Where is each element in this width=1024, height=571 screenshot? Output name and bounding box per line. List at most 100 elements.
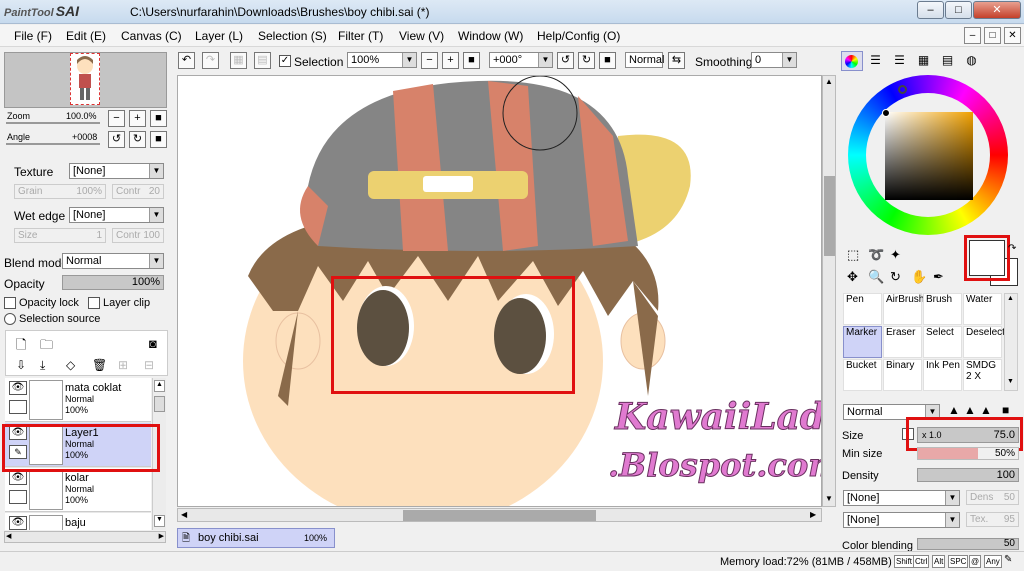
smoothing-select[interactable]: 0 ▼ bbox=[751, 52, 797, 68]
rotate-tool-icon[interactable]: ↻ bbox=[890, 269, 901, 285]
sv-picker[interactable] bbox=[882, 109, 890, 117]
dens-slider[interactable]: Dens 50 bbox=[966, 490, 1019, 505]
layer-item-kolar[interactable]: 👁 kolar Normal 100% bbox=[5, 468, 151, 512]
scrollbar-thumb[interactable] bbox=[154, 396, 165, 412]
wet-edge-select[interactable]: [None] ▼ bbox=[69, 207, 164, 223]
hand-icon[interactable]: ✋ bbox=[911, 269, 927, 285]
tool-deselect[interactable]: Deselect bbox=[963, 326, 1005, 358]
brush-shape-icon[interactable]: ▲ bbox=[964, 403, 976, 417]
mask-icon[interactable]: ◙ bbox=[149, 336, 157, 351]
eye-icon[interactable]: 👁 bbox=[9, 471, 27, 485]
tool-airbrush[interactable]: AirBrush bbox=[883, 293, 924, 325]
magic-wand-icon[interactable]: ✦ bbox=[890, 247, 901, 263]
scroll-left-icon[interactable]: ◀ bbox=[181, 510, 187, 519]
eyedropper-icon[interactable]: ✒ bbox=[933, 269, 944, 285]
angle-select[interactable]: +000° ▼ bbox=[489, 52, 553, 68]
tex-slider[interactable]: Tex. 95 bbox=[966, 512, 1019, 527]
hsv-slider-icon[interactable]: ☰ bbox=[891, 53, 908, 70]
brush-shape-icon[interactable]: ▲ bbox=[948, 403, 960, 417]
brush-shape-icon[interactable]: ■ bbox=[1002, 403, 1009, 417]
eye-icon[interactable]: 👁 bbox=[9, 381, 27, 395]
menu-filter[interactable]: Filter (T) bbox=[338, 29, 383, 43]
mdi-restore-button[interactable]: □ bbox=[984, 27, 1001, 44]
menu-help-config[interactable]: Help/Config (O) bbox=[537, 29, 620, 43]
nav-rotate-reset-button[interactable]: ■ bbox=[150, 131, 167, 148]
move-icon[interactable]: ✥ bbox=[847, 269, 858, 285]
undo-button[interactable]: ↶ bbox=[178, 52, 195, 69]
lock-checkbox[interactable] bbox=[9, 400, 27, 414]
layer-opacity-slider[interactable]: 100% bbox=[62, 275, 164, 290]
redo-button[interactable]: ↷ bbox=[202, 52, 219, 69]
rotate-cw-button[interactable]: ↻ bbox=[578, 52, 595, 69]
rotate-reset-button[interactable]: ■ bbox=[599, 52, 616, 69]
mdi-close-button[interactable]: ✕ bbox=[1004, 27, 1021, 44]
tool-brush[interactable]: Brush bbox=[923, 293, 962, 325]
tool-smdg[interactable]: SMDG 2 X bbox=[963, 359, 1002, 391]
scrollbar-thumb[interactable] bbox=[403, 510, 596, 521]
menu-layer[interactable]: Layer (L) bbox=[195, 29, 243, 43]
rotate-ccw-button[interactable]: ↺ bbox=[557, 52, 574, 69]
menu-file[interactable]: File (F) bbox=[14, 29, 52, 43]
scroll-right-icon[interactable]: ▶ bbox=[810, 510, 816, 519]
density-slider[interactable]: 100 bbox=[917, 468, 1019, 482]
maximize-button[interactable]: □ bbox=[945, 1, 972, 19]
tool-ink-pen[interactable]: Ink Pen bbox=[923, 359, 962, 391]
wet-contr-slider[interactable]: Contr 100 bbox=[112, 228, 164, 243]
min-size-slider[interactable]: 50% bbox=[917, 447, 1019, 460]
scroll-up-icon[interactable]: ▲ bbox=[154, 380, 165, 392]
zoom-select[interactable]: 100% ▼ bbox=[347, 52, 417, 68]
swatches-icon[interactable]: ▦ bbox=[915, 53, 932, 70]
close-button[interactable]: ✕ bbox=[973, 1, 1021, 19]
menu-edit[interactable]: Edit (E) bbox=[66, 29, 106, 43]
color-mix-icon[interactable]: ◍ bbox=[963, 53, 980, 70]
grain-slider[interactable]: Grain 100% bbox=[14, 184, 106, 199]
scroll-down-icon[interactable]: ▼ bbox=[825, 494, 833, 503]
nav-zoom-in-button[interactable]: + bbox=[129, 110, 146, 127]
texture-select-2[interactable]: [None] ▼ bbox=[843, 512, 960, 528]
swap-colors-icon[interactable]: ↷ bbox=[1008, 243, 1016, 254]
brush-shape-icon[interactable]: ▲ bbox=[980, 403, 992, 417]
texture-select[interactable]: [None] ▼ bbox=[69, 163, 164, 179]
layer-hscrollbar[interactable]: ◀ ▶ bbox=[4, 531, 166, 543]
layer-clip-checkbox[interactable] bbox=[88, 297, 100, 309]
scroll-down-icon[interactable]: ▼ bbox=[154, 515, 165, 527]
invert-selection-button[interactable]: ▤ bbox=[254, 52, 271, 69]
view-mode-select[interactable]: Normal bbox=[625, 52, 664, 68]
scroll-up-icon[interactable]: ▲ bbox=[1007, 295, 1014, 302]
hue-picker[interactable] bbox=[898, 85, 907, 94]
trash-icon[interactable]: 🗑 bbox=[92, 358, 107, 372]
deselect-button[interactable]: ▦ bbox=[230, 52, 247, 69]
rgb-slider-icon[interactable]: ☰ bbox=[867, 53, 884, 70]
flip-icon[interactable]: ⇆ bbox=[668, 52, 685, 69]
menu-view[interactable]: View (V) bbox=[399, 29, 444, 43]
menu-window[interactable]: Window (W) bbox=[458, 29, 523, 43]
scroll-down-icon[interactable]: ▼ bbox=[1007, 378, 1014, 385]
zoom-reset-button[interactable]: ■ bbox=[463, 52, 480, 69]
nav-zoom-reset-button[interactable]: ■ bbox=[150, 110, 167, 127]
zoom-tool-icon[interactable]: 🔍 bbox=[868, 269, 884, 285]
contr-slider[interactable]: Contr 20 bbox=[112, 184, 164, 199]
canvas-hscrollbar[interactable]: ◀ ▶ bbox=[177, 508, 822, 522]
layer-item-baju[interactable]: 👁 baju bbox=[5, 513, 151, 530]
rect-select-icon[interactable]: ⬚ bbox=[847, 247, 859, 263]
scroll-left-icon[interactable]: ◀ bbox=[6, 532, 11, 540]
wet-size-slider[interactable]: Size 1 bbox=[14, 228, 106, 243]
saturation-value-square[interactable] bbox=[885, 112, 973, 200]
zoom-in-button[interactable]: + bbox=[442, 52, 459, 69]
clear-layer-icon[interactable]: ◇ bbox=[66, 358, 75, 372]
tool-marker[interactable]: Marker bbox=[843, 326, 882, 358]
merge-down-icon[interactable]: ⤓ bbox=[40, 358, 45, 373]
layer-item-mata-coklat[interactable]: 👁 mata coklat Normal 100% bbox=[5, 378, 151, 422]
apply-mask-icon[interactable]: ⊞ bbox=[118, 358, 128, 372]
eye-icon[interactable]: 👁 bbox=[9, 516, 27, 530]
scroll-right-icon[interactable]: ▶ bbox=[159, 532, 164, 540]
tool-grid-scrollbar[interactable]: ▲ ▼ bbox=[1004, 293, 1018, 391]
zoom-out-button[interactable]: − bbox=[421, 52, 438, 69]
tool-pen[interactable]: Pen bbox=[843, 293, 882, 325]
selection-checkbox[interactable]: ✓ bbox=[279, 55, 291, 67]
opacity-lock-checkbox[interactable] bbox=[4, 297, 16, 309]
color-wheel-tab-icon[interactable] bbox=[841, 51, 863, 71]
lock-checkbox[interactable] bbox=[9, 490, 27, 504]
new-folder-icon[interactable]: 🗀 bbox=[40, 336, 53, 358]
delete-mask-icon[interactable]: ⊟ bbox=[144, 358, 154, 372]
